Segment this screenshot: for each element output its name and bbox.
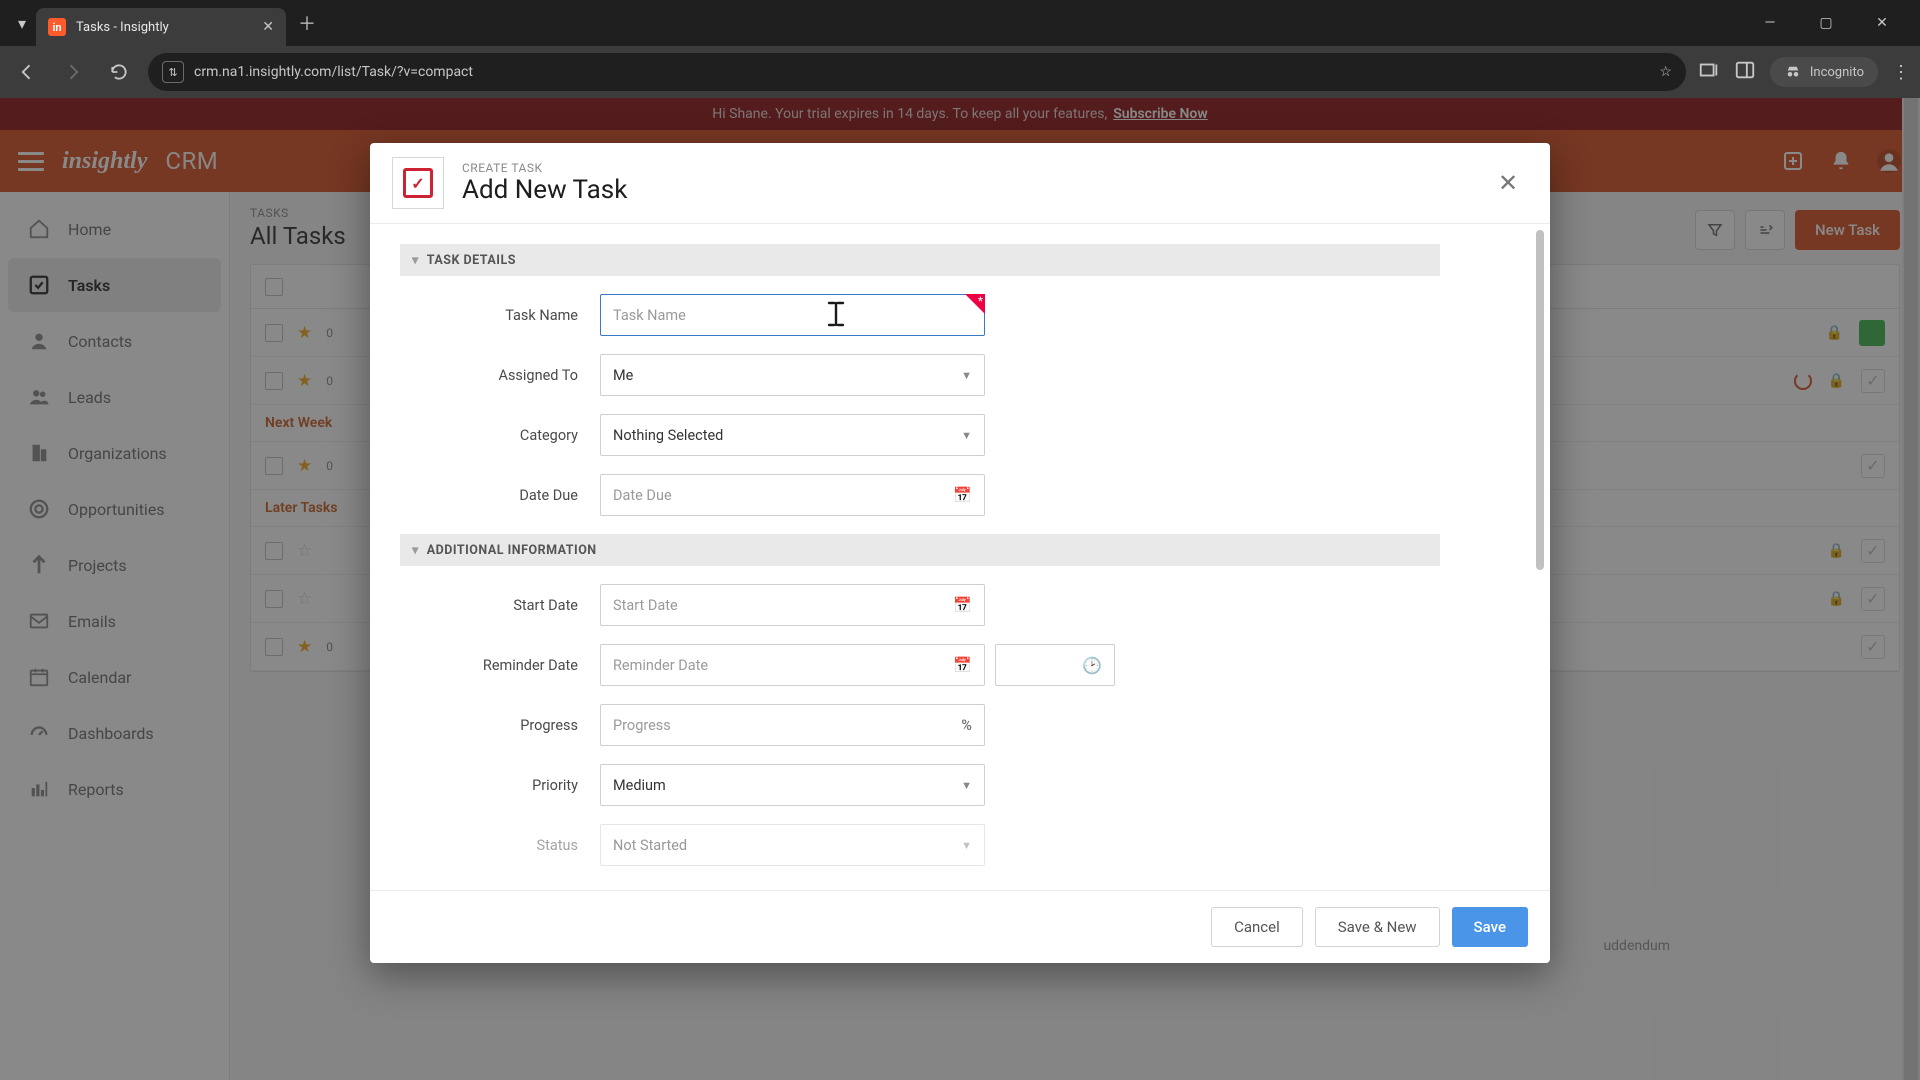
modal-body: ▾ TASK DETAILS Task Name Assigned To — [370, 224, 1550, 890]
window-close-icon[interactable]: ✕ — [1864, 15, 1900, 31]
browser-tab-strip: ▾ in Tasks - Insightly ✕ ＋ — ▢ ✕ — [0, 0, 1920, 46]
section-label: ADDITIONAL INFORMATION — [427, 543, 597, 558]
window-minimize-icon[interactable]: — — [1752, 15, 1788, 31]
label-reminder-date: Reminder Date — [400, 657, 600, 674]
text-cursor-icon — [825, 299, 847, 329]
reminder-time-input[interactable]: 🕑 — [995, 644, 1115, 686]
nav-back-button[interactable] — [10, 55, 44, 89]
new-tab-button[interactable]: ＋ — [292, 8, 322, 38]
side-panel-icon[interactable] — [1734, 59, 1756, 85]
chevron-down-icon: ▼ — [961, 839, 972, 852]
chevron-down-icon: ▼ — [961, 369, 972, 382]
cancel-button[interactable]: Cancel — [1211, 907, 1303, 947]
label-date-due: Date Due — [400, 487, 600, 504]
assigned-to-select[interactable]: Me ▼ — [600, 354, 985, 396]
label-priority: Priority — [400, 777, 600, 794]
nav-reload-button[interactable] — [102, 55, 136, 89]
label-start-date: Start Date — [400, 597, 600, 614]
chevron-down-icon: ▾ — [412, 542, 419, 558]
window-maximize-icon[interactable]: ▢ — [1808, 15, 1844, 31]
percent-icon: % — [961, 717, 972, 734]
label-status: Status — [400, 837, 600, 854]
priority-select[interactable]: Medium ▼ — [600, 764, 985, 806]
input-placeholder: Progress — [613, 717, 671, 734]
task-name-input[interactable] — [600, 294, 985, 336]
task-entity-icon — [392, 157, 444, 209]
modal-title: Add New Task — [462, 175, 627, 205]
select-value: Nothing Selected — [613, 427, 723, 444]
tab-close-icon[interactable]: ✕ — [262, 19, 274, 35]
chevron-down-icon: ▼ — [961, 779, 972, 792]
nav-forward-button[interactable] — [56, 55, 90, 89]
calendar-icon: 📅 — [953, 656, 972, 674]
save-and-new-button[interactable]: Save & New — [1315, 907, 1440, 947]
label-assigned-to: Assigned To — [400, 367, 600, 384]
modal-eyebrow: CREATE TASK — [462, 161, 627, 175]
window-controls: — ▢ ✕ — [1752, 15, 1912, 31]
bookmark-star-icon[interactable]: ☆ — [1659, 64, 1672, 80]
browser-tab-active[interactable]: in Tasks - Insightly ✕ — [36, 8, 286, 46]
select-value: Not Started — [613, 837, 687, 854]
modal-close-button[interactable]: ✕ — [1488, 163, 1528, 203]
incognito-label: Incognito — [1810, 65, 1864, 80]
section-label: TASK DETAILS — [427, 253, 516, 268]
save-button[interactable]: Save — [1452, 907, 1528, 947]
tab-search-dropdown[interactable]: ▾ — [8, 9, 36, 37]
input-placeholder: Reminder Date — [613, 657, 708, 674]
label-progress: Progress — [400, 717, 600, 734]
calendar-icon: 📅 — [953, 596, 972, 614]
input-placeholder: Start Date — [613, 597, 678, 614]
favicon-icon: in — [48, 18, 66, 36]
browser-toolbar: ⇅ crm.na1.insightly.com/list/Task/?v=com… — [0, 46, 1920, 98]
date-due-input[interactable]: Date Due 📅 — [600, 474, 985, 516]
section-additional-info[interactable]: ▾ ADDITIONAL INFORMATION — [400, 534, 1440, 566]
label-category: Category — [400, 427, 600, 444]
category-select[interactable]: Nothing Selected ▼ — [600, 414, 985, 456]
section-task-details[interactable]: ▾ TASK DETAILS — [400, 244, 1440, 276]
calendar-icon: 📅 — [953, 486, 972, 504]
reminder-date-input[interactable]: Reminder Date 📅 — [600, 644, 985, 686]
progress-input[interactable]: Progress % — [600, 704, 985, 746]
site-settings-icon[interactable]: ⇅ — [162, 61, 184, 83]
required-indicator-icon — [965, 294, 985, 314]
tab-title: Tasks - Insightly — [76, 20, 169, 35]
status-select[interactable]: Not Started ▼ — [600, 824, 985, 866]
chevron-down-icon: ▼ — [961, 429, 972, 442]
modal-header: CREATE TASK Add New Task ✕ — [370, 143, 1550, 224]
page-viewport: Hi Shane. Your trial expires in 14 days.… — [0, 98, 1920, 1080]
browser-menu-icon[interactable]: ⋮ — [1892, 62, 1910, 83]
url-text: crm.na1.insightly.com/list/Task/?v=compa… — [194, 64, 473, 80]
select-value: Me — [613, 367, 633, 384]
start-date-input[interactable]: Start Date 📅 — [600, 584, 985, 626]
chevron-down-icon: ▾ — [412, 252, 419, 268]
media-control-icon[interactable] — [1698, 59, 1720, 85]
create-task-modal: CREATE TASK Add New Task ✕ ▾ TASK DETAIL… — [370, 143, 1550, 963]
incognito-badge[interactable]: Incognito — [1770, 57, 1878, 87]
clock-icon: 🕑 — [1082, 656, 1102, 675]
select-value: Medium — [613, 777, 666, 794]
input-placeholder: Date Due — [613, 487, 672, 504]
address-bar[interactable]: ⇅ crm.na1.insightly.com/list/Task/?v=com… — [148, 53, 1686, 91]
modal-footer: Cancel Save & New Save — [370, 890, 1550, 963]
label-task-name: Task Name — [400, 307, 600, 324]
